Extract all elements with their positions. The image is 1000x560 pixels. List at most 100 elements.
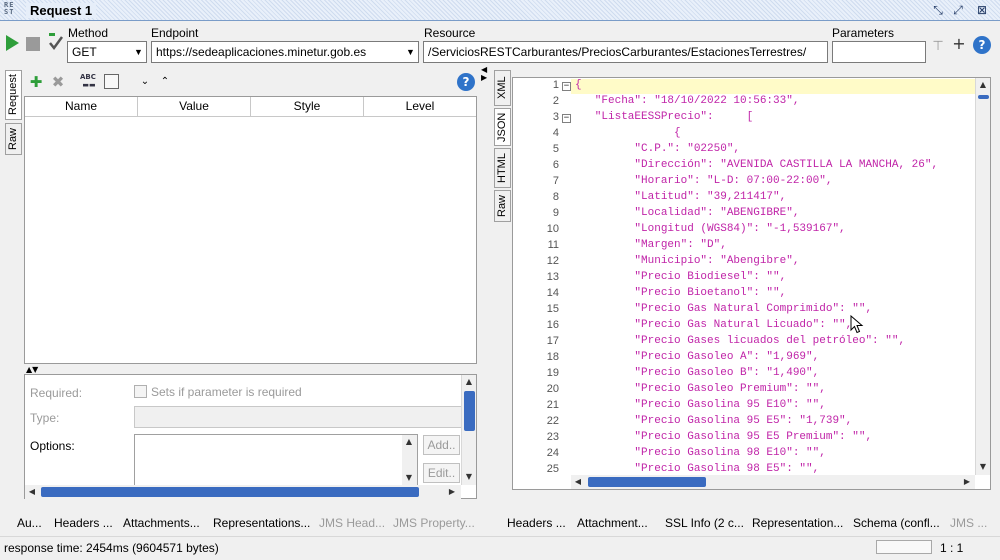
scroll-down-icon[interactable]: ▼ [462,470,476,484]
line-number: 12 [546,255,559,267]
tab-raw-response[interactable]: Raw [494,190,511,222]
options-label: Options: [30,439,75,453]
scroll-thumb[interactable] [978,95,989,99]
response-bottom-tab-3[interactable]: Representation... [752,516,843,530]
request-bottom-tab-0[interactable]: Au... [17,516,42,530]
close-icon[interactable]: ⊠ [974,2,990,18]
type-select[interactable] [134,406,462,428]
detach-icon[interactable]: ⤡ [930,2,946,18]
scroll-left-icon[interactable]: ◀ [25,485,39,499]
help-icon[interactable]: ? [457,73,475,91]
request-bottom-tab-3[interactable]: Representations... [213,516,310,530]
line-number: 3 [552,111,559,123]
resource-input[interactable]: /ServiciosRESTCarburantes/PreciosCarbura… [423,41,828,63]
scroll-thumb[interactable] [464,391,475,431]
scroll-up-icon[interactable]: ▲ [462,375,476,389]
endpoint-label: Endpoint [151,26,199,40]
tab-request[interactable]: Request [5,70,22,120]
column-header-value[interactable]: Value [138,97,251,117]
response-bottom-tab-2[interactable]: SSL Info (2 c... [665,516,744,530]
request-bottom-tab-1[interactable]: Headers ... [54,516,113,530]
encode-icon[interactable]: ABC ▬▬ [80,73,98,91]
options-list[interactable] [134,434,418,486]
code-line: "Margen": "D", [575,239,727,251]
status-divider [0,536,1000,537]
response-bottom-tab-0[interactable]: Headers ... [507,516,566,530]
endpoint-input[interactable]: https://sedeaplicaciones.minetur.gob.es [151,41,419,63]
line-number: 4 [552,127,559,139]
code-line: "Precio Gasolina 98 E10": "", [575,447,826,459]
scroll-right-icon[interactable]: ▶ [960,475,974,489]
line-number: 15 [546,303,559,315]
request-bottom-tab-5[interactable]: JMS Property... [393,516,475,530]
response-bottom-tab-1[interactable]: Attachment... [577,516,648,530]
play-icon [6,35,19,51]
expand-icon[interactable] [104,74,119,89]
remove-parameter-icon[interactable]: ✖ [49,73,67,91]
chevron-down-icon[interactable]: ▼ [131,42,146,62]
scroll-up-icon[interactable]: ▲ [976,78,990,92]
status-progress [876,540,932,554]
scroll-down-icon[interactable]: ▼ [976,460,990,474]
edit-option-button[interactable]: Edit.. [423,463,460,483]
column-header-level[interactable]: Level [364,97,476,117]
required-checkbox[interactable] [134,385,147,398]
tab-html[interactable]: HTML [494,148,511,188]
code-line: "Precio Gasoleo Premium": "", [575,383,826,395]
code-line: "Precio Gasolina 95 E5 Premium": "", [575,431,873,443]
scroll-down-icon[interactable]: ▼ [402,471,416,485]
title-bar: RE ST Request 1 ⤡ ⤢ ⊠ [0,0,1000,21]
chevron-down-icon[interactable]: ⌄ [138,73,152,91]
details-scrollbar[interactable]: ▲ ▼ [461,375,476,485]
add-parameter-icon[interactable]: ✚ [27,73,45,91]
validate-icon[interactable] [47,32,65,52]
response-bottom-tab-5[interactable]: JMS ... [950,516,987,530]
code-line: "C.P.": "02250", [575,143,741,155]
fold-toggle-icon[interactable]: − [562,82,571,91]
clear-params-icon[interactable]: ⊤ [930,38,946,54]
request-bottom-tab-4[interactable]: JMS Head... [319,516,385,530]
stop-button[interactable] [26,37,40,51]
code-line: "Precio Gasoleo B": "1,490", [575,367,820,379]
scroll-right-icon[interactable]: ▶ [445,485,459,499]
details-hscrollbar[interactable]: ◀ ▶ [25,485,461,499]
add-param-icon[interactable]: + [951,36,967,52]
code-line: "Latitud": "39,211417", [575,191,787,203]
line-number: 13 [546,271,559,283]
code-line: "Localidad": "ABENGIBRE", [575,207,800,219]
run-button[interactable] [4,34,20,52]
response-bottom-tab-4[interactable]: Schema (confl... [853,516,940,530]
splitter-handle[interactable]: ▲▼ [26,366,38,374]
help-icon[interactable]: ? [973,36,991,54]
line-number: 10 [546,223,559,235]
editor-hscrollbar[interactable]: ◀ ▶ [571,475,975,489]
column-header-style[interactable]: Style [251,97,364,117]
tab-xml[interactable]: XML [494,70,511,106]
scroll-left-icon[interactable]: ◀ [571,475,585,489]
method-value: GET [72,45,97,59]
line-number: 24 [546,447,559,459]
maximize-icon[interactable]: ⤢ [950,2,966,18]
code-line: "Precio Biodiesel": "", [575,271,787,283]
fold-toggle-icon[interactable]: − [562,114,571,123]
code-line: "Precio Gas Natural Licuado": "", [575,319,853,331]
parameters-table: Name Value Style Level [24,96,477,364]
line-number: 1 [552,79,559,91]
hscroll-thumb[interactable] [588,477,706,487]
json-response-code[interactable]: 1 {2 "Fecha": "18/10/2022 10:56:33", 3 "Li… [513,78,975,475]
pane-splitter-handle[interactable]: ◀ ▶ [481,66,489,82]
chevron-down-icon[interactable]: ▼ [403,42,418,62]
chevron-up-icon[interactable]: ⌃ [158,73,172,91]
add-option-button[interactable]: Add.. [423,435,460,455]
tab-raw[interactable]: Raw [5,123,22,155]
scroll-up-icon[interactable]: ▲ [402,435,416,449]
parameters-input[interactable] [832,41,926,63]
options-scrollbar[interactable]: ▲ ▼ [402,435,417,485]
tab-json[interactable]: JSON [494,108,511,146]
required-label: Required: [30,386,83,400]
column-header-name[interactable]: Name [25,97,138,117]
code-line: "Horario": "L-D: 07:00-22:00", [575,175,833,187]
hscroll-thumb[interactable] [41,487,419,497]
request-bottom-tab-2[interactable]: Attachments... [123,516,200,530]
editor-scrollbar[interactable]: ▲ ▼ [975,78,990,475]
